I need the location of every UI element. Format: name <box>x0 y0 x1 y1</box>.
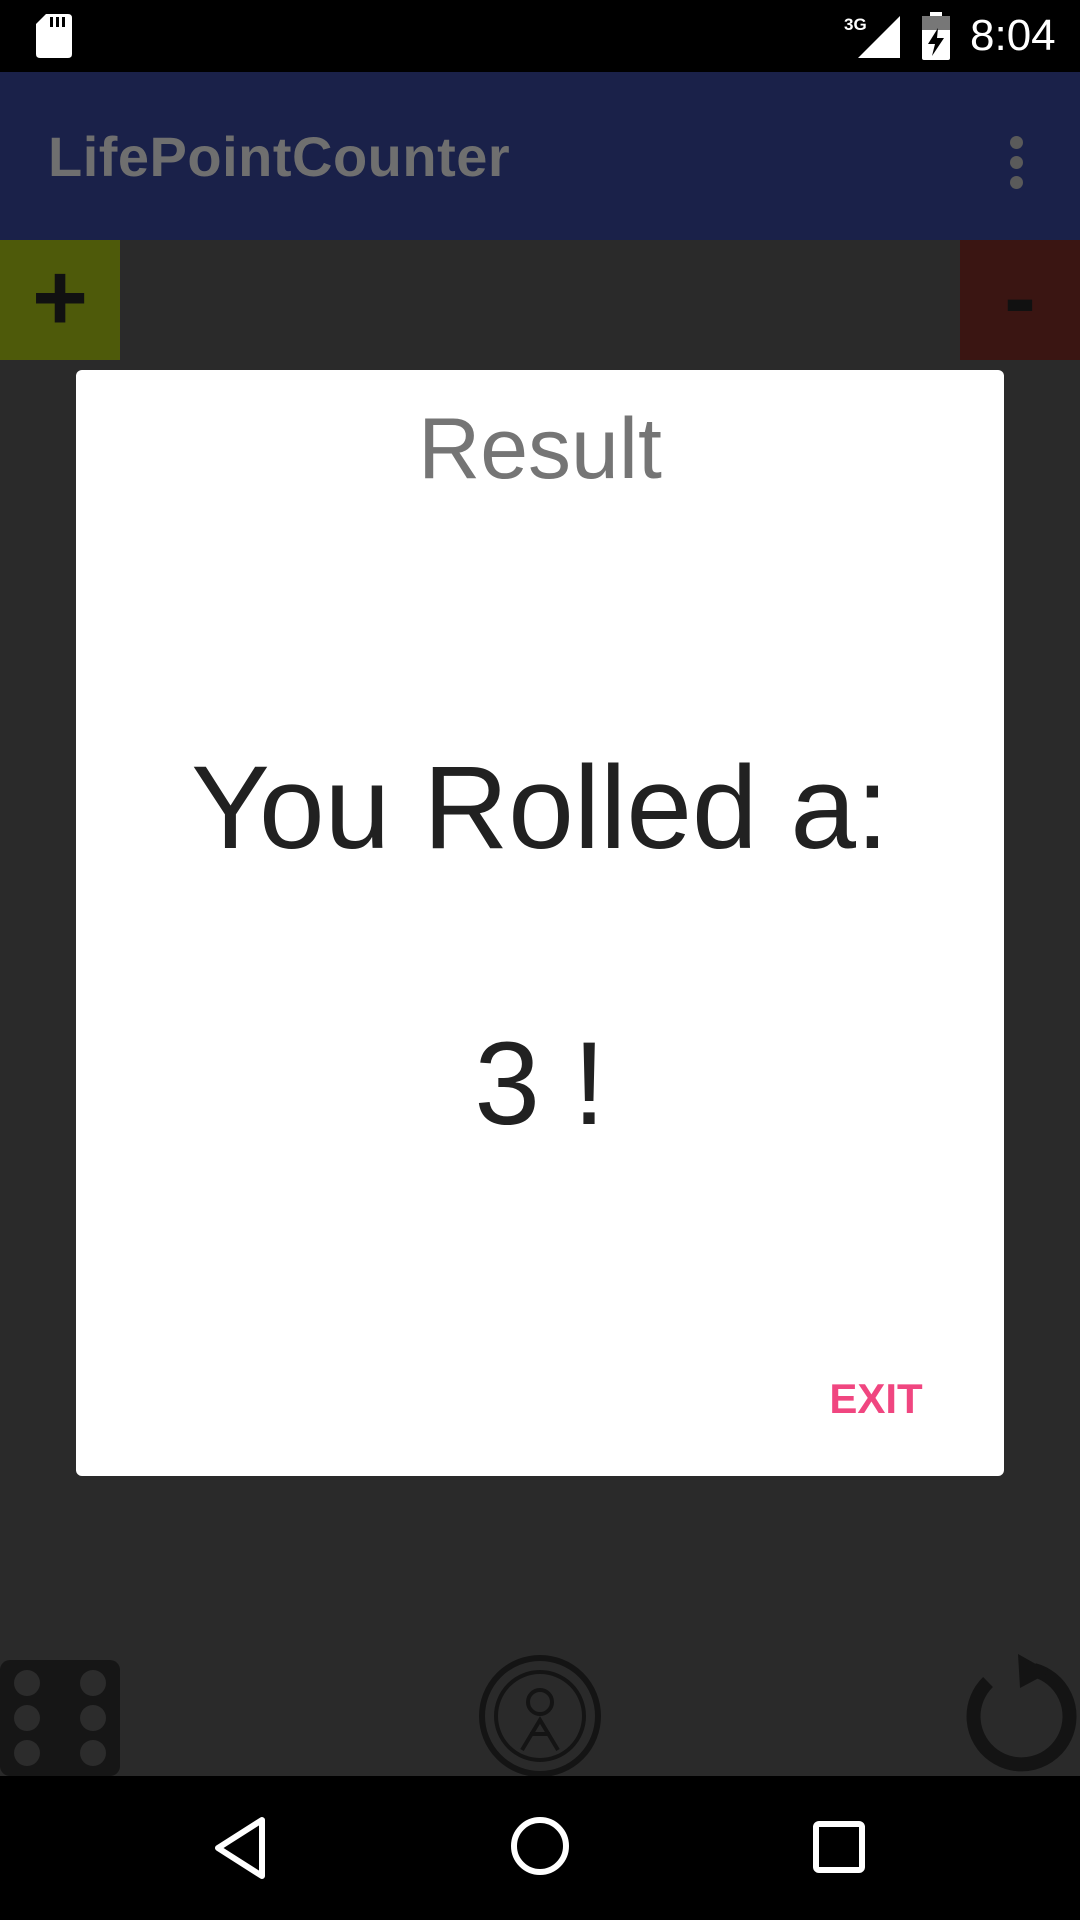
dialog-title: Result <box>418 401 662 497</box>
dice-icon[interactable] <box>0 1660 120 1776</box>
app-bar: LifePointCounter <box>0 72 1080 240</box>
navigation-bar <box>0 1776 1080 1920</box>
status-bar: 3G 8:04 <box>0 0 1080 72</box>
exit-button[interactable]: EXIT <box>806 1362 946 1436</box>
coin-flip-icon[interactable] <box>478 1654 602 1778</box>
reset-icon[interactable] <box>958 1654 1080 1776</box>
overflow-menu-icon[interactable] <box>990 130 1038 194</box>
dialog-message: You Rolled a: <box>191 742 889 874</box>
screen: 3G 8:04 LifePointCounter + - Result You … <box>0 0 1080 1920</box>
back-icon[interactable] <box>212 1816 268 1880</box>
minus-button[interactable]: - <box>960 240 1080 360</box>
plus-button[interactable]: + <box>0 240 120 360</box>
network-type-label: 3G <box>844 15 867 34</box>
signal-3g-icon: 3G <box>844 15 900 58</box>
recents-icon[interactable] <box>812 1820 868 1876</box>
result-dialog: Result You Rolled a: 3 ! EXIT <box>76 370 1004 1476</box>
home-icon[interactable] <box>510 1816 570 1876</box>
battery-charging-icon <box>922 12 950 60</box>
sd-card-icon <box>36 14 72 58</box>
roll-result: 3 ! <box>474 1018 606 1150</box>
app-title: LifePointCounter <box>48 125 511 188</box>
status-clock: 8:04 <box>970 11 1056 60</box>
